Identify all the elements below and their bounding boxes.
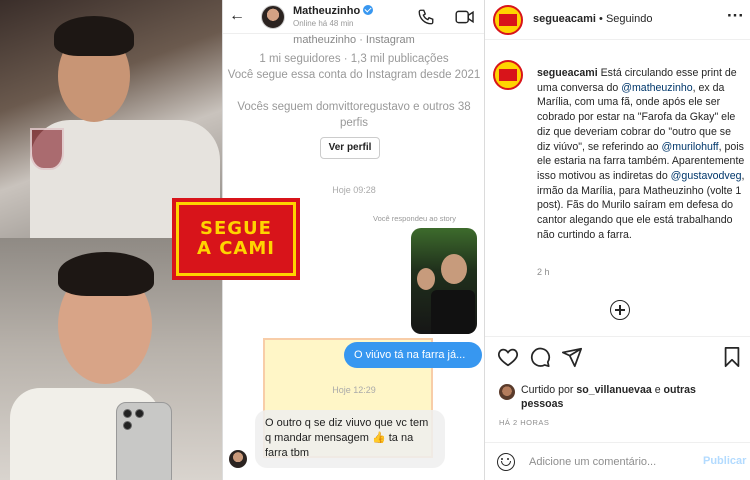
post-timestamp: HÁ 2 HORAS xyxy=(499,418,550,427)
story-thumbnail[interactable] xyxy=(411,228,477,334)
mention-link[interactable]: @matheuzinho xyxy=(621,82,692,94)
post-username-text: segueacami xyxy=(533,13,596,25)
liked-by-user[interactable]: so_villanuevaa xyxy=(576,384,651,396)
bookmark-icon[interactable] xyxy=(721,346,743,368)
post-comment-button[interactable]: Publicar xyxy=(703,455,746,467)
sent-message-bubble[interactable]: O viúvo tá na farra já... xyxy=(344,342,482,368)
dm-header: ← Matheuzinho Online há 48 min xyxy=(223,0,484,34)
post-caption: segueacami Está circulando esse print de… xyxy=(537,66,745,242)
wine-glass xyxy=(30,128,64,170)
dm-handle: matheuzinho · Instagram xyxy=(293,34,415,46)
online-status: Online há 48 min xyxy=(293,19,354,28)
phone-call-icon[interactable] xyxy=(417,8,435,26)
post-username[interactable]: segueacami • Seguindo xyxy=(533,13,652,25)
divider xyxy=(485,336,750,337)
dm-username-text: Matheuzinho xyxy=(293,5,361,17)
instagram-post-panel: segueacami • Seguindo ··· segueacami Est… xyxy=(484,0,750,480)
phone-in-hand xyxy=(116,402,172,480)
story-face xyxy=(441,254,467,284)
photo-hair xyxy=(58,252,154,296)
received-message-bubble[interactable]: O outro q se diz viuvo que vc tem q mand… xyxy=(255,410,445,468)
avatar[interactable] xyxy=(261,5,285,29)
dm-follow-info: Você segue essa conta do Instagram desde… xyxy=(227,69,481,81)
liked-by-text: Curtido por xyxy=(521,384,577,396)
share-icon[interactable] xyxy=(561,346,583,368)
comment-bar: Publicar xyxy=(485,442,750,480)
avatar[interactable] xyxy=(493,5,523,35)
view-profile-button[interactable]: Ver perfil xyxy=(320,137,380,159)
avatar-logo xyxy=(499,69,517,81)
camera-lens-icon xyxy=(135,409,144,418)
emoji-icon[interactable] xyxy=(497,453,515,471)
camera-lens-icon xyxy=(123,421,132,430)
story-face xyxy=(417,268,435,290)
logo-line-1: SEGUE xyxy=(200,218,272,239)
timestamp: Hoje 12:29 xyxy=(332,385,376,395)
photo-hair xyxy=(54,16,134,56)
logo-line-2: A CAMI xyxy=(197,238,275,259)
dm-username[interactable]: Matheuzinho xyxy=(293,5,374,17)
comment-icon[interactable] xyxy=(529,346,551,368)
verified-badge-icon xyxy=(363,5,374,15)
liked-by: Curtido por so_villanuevaa e outras pess… xyxy=(521,383,741,411)
camera-lens-icon xyxy=(123,409,132,418)
load-more-comments-icon[interactable] xyxy=(610,300,630,320)
following-label: • Seguindo xyxy=(595,13,653,25)
caption-username[interactable]: segueacami xyxy=(537,67,598,79)
avatar[interactable] xyxy=(493,60,523,90)
segue-a-cami-logo: SEGUE A CAMI xyxy=(172,198,300,280)
caption-age: 2 h xyxy=(537,267,550,277)
avatar[interactable] xyxy=(499,384,515,400)
video-call-icon[interactable] xyxy=(455,9,475,25)
screenshot-collage: ← Matheuzinho Online há 48 min matheuzin… xyxy=(0,0,750,480)
avatar xyxy=(229,450,247,468)
avatar-logo xyxy=(499,14,517,26)
timestamp: Hoje 09:28 xyxy=(332,185,376,195)
dm-mutual: Vocês seguem domvittoregustavo e outros … xyxy=(237,101,471,129)
back-arrow-icon[interactable]: ← xyxy=(229,7,245,25)
more-options-icon[interactable]: ··· xyxy=(727,6,744,26)
post-header: segueacami • Seguindo ··· xyxy=(485,0,750,40)
mention-link[interactable]: @murilohuff xyxy=(661,141,718,153)
comment-input[interactable] xyxy=(529,452,689,472)
story-shirt xyxy=(431,290,475,334)
replied-story-label: Você respondeu ao story xyxy=(373,214,456,223)
dm-stats: 1 mi seguidores · 1,3 mil publicações xyxy=(259,53,449,65)
liked-by-text: e xyxy=(651,384,664,396)
mention-link[interactable]: @gustavodveg xyxy=(671,170,742,182)
heart-icon[interactable] xyxy=(497,346,519,368)
